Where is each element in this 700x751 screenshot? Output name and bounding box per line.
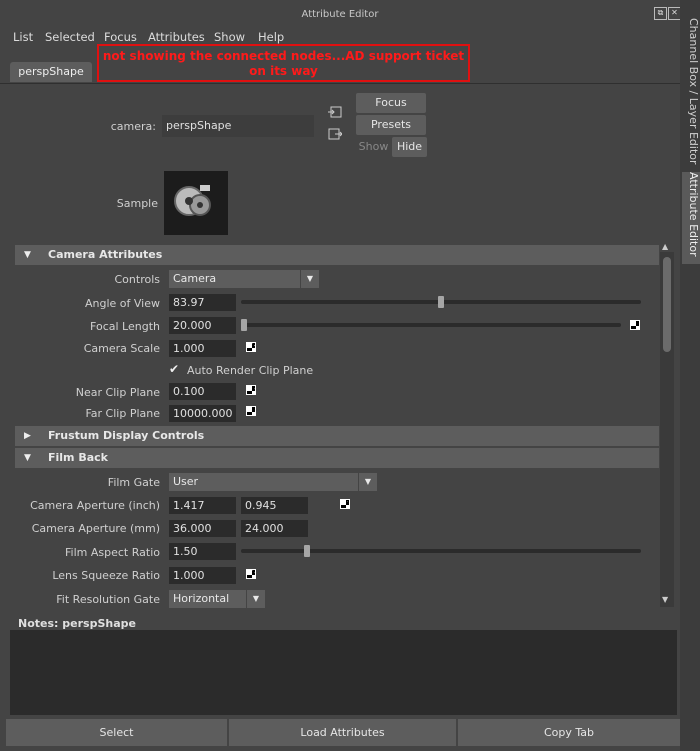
show-button[interactable]: Show (356, 137, 391, 157)
camera-sample-icon (164, 171, 228, 235)
title-bar: Attribute Editor ⧉ ✕ (0, 0, 681, 28)
menu-selected[interactable]: Selected (45, 30, 95, 44)
map-button-icon[interactable] (630, 320, 640, 330)
aperture-mm-x-field[interactable]: 36.000 (169, 520, 236, 537)
scroll-up-icon[interactable]: ▲ (662, 242, 668, 251)
menu-attributes[interactable]: Attributes (148, 30, 205, 44)
aperture-inch-label: Camera Aperture (inch) (30, 499, 160, 512)
film-aspect-slider-handle[interactable] (304, 545, 311, 557)
select-button[interactable]: Select (6, 719, 227, 746)
film-back-header[interactable]: ▼ Film Back (15, 448, 659, 468)
camera-name-field[interactable]: perspShape (162, 115, 314, 137)
tab-perspshape[interactable]: perspShape (10, 62, 92, 82)
angle-of-view-label: Angle of View (84, 297, 160, 310)
aperture-inch-x-field[interactable]: 1.417 (169, 497, 236, 514)
focal-length-label: Focal Length (90, 320, 160, 333)
scroll-thumb[interactable] (663, 257, 671, 352)
film-gate-dropdown[interactable]: User ▼ (169, 473, 377, 491)
attribute-scrollbar[interactable]: ▲ ▼ (660, 242, 674, 607)
expand-down-icon: ▼ (24, 453, 31, 463)
menu-focus[interactable]: Focus (104, 30, 137, 44)
menu-show[interactable]: Show (214, 30, 245, 44)
float-icon[interactable]: ⧉ (654, 7, 667, 20)
map-button-icon[interactable] (340, 499, 350, 509)
chevron-down-icon: ▼ (246, 590, 265, 608)
focal-length-slider-handle[interactable] (241, 319, 247, 331)
copy-tab-button[interactable]: Copy Tab (458, 719, 680, 746)
near-clip-label: Near Clip Plane (75, 386, 160, 399)
film-aspect-slider[interactable] (241, 549, 641, 553)
fit-resolution-gate-label: Fit Resolution Gate (56, 593, 160, 606)
controls-dropdown[interactable]: Camera ▼ (169, 270, 319, 288)
focal-length-slider[interactable] (241, 323, 621, 327)
angle-of-view-field[interactable]: 83.97 (169, 294, 236, 311)
menu-list[interactable]: List (13, 30, 33, 44)
near-clip-field[interactable]: 0.100 (169, 383, 236, 400)
window-title: Attribute Editor (301, 9, 379, 20)
chevron-down-icon: ▼ (358, 473, 377, 491)
input-connection-icon[interactable] (328, 105, 342, 119)
notes-label: Notes: perspShape (18, 617, 136, 630)
chevron-down-icon: ▼ (300, 270, 319, 288)
tab-attribute-editor[interactable]: Attribute Editor (682, 172, 700, 264)
controls-label: Controls (114, 273, 161, 286)
camera-label: camera: (110, 120, 156, 133)
film-aspect-field[interactable]: 1.50 (169, 543, 236, 560)
auto-render-label: Auto Render Clip Plane (187, 364, 314, 377)
tab-channel-box-layer-editor[interactable]: Channel Box / Layer Editor (682, 18, 700, 168)
notes-textarea[interactable] (10, 630, 677, 715)
map-button-icon[interactable] (246, 342, 256, 352)
camera-scale-field[interactable]: 1.000 (169, 340, 236, 357)
film-gate-label: Film Gate (107, 476, 160, 489)
focus-button[interactable]: Focus (356, 93, 426, 113)
checkbox-icon[interactable]: ✔ (169, 363, 181, 375)
focal-length-field[interactable]: 20.000 (169, 317, 236, 334)
menu-help[interactable]: Help (258, 30, 284, 44)
aperture-inch-y-field[interactable]: 0.945 (241, 497, 308, 514)
presets-button[interactable]: Presets (356, 115, 426, 135)
aperture-mm-label: Camera Aperture (mm) (31, 522, 160, 535)
film-aspect-label: Film Aspect Ratio (65, 546, 160, 559)
map-button-icon[interactable] (246, 385, 256, 395)
load-attributes-button[interactable]: Load Attributes (229, 719, 456, 746)
notes-node-name: perspShape (62, 617, 136, 630)
aperture-mm-y-field[interactable]: 24.000 (241, 520, 308, 537)
angle-of-view-slider-handle[interactable] (438, 296, 444, 308)
expand-down-icon: ▼ (24, 250, 31, 260)
frustum-display-header[interactable]: ▶ Frustum Display Controls (15, 426, 659, 446)
camera-scale-label: Camera Scale (83, 342, 160, 355)
expand-right-icon: ▶ (24, 431, 31, 441)
lens-squeeze-field[interactable]: 1.000 (169, 567, 236, 584)
map-button-icon[interactable] (246, 406, 256, 416)
map-button-icon[interactable] (246, 569, 256, 579)
output-connection-icon[interactable] (328, 127, 343, 141)
hide-button[interactable]: Hide (392, 137, 427, 157)
fit-resolution-gate-dropdown[interactable]: Horizontal ▼ (169, 590, 265, 608)
sample-label: Sample (116, 197, 158, 210)
far-clip-label: Far Clip Plane (85, 407, 160, 420)
scroll-down-icon[interactable]: ▼ (662, 595, 668, 604)
annotation-box: not showing the connected nodes...AD sup… (97, 44, 470, 82)
camera-attributes-header[interactable]: ▼ Camera Attributes (15, 245, 659, 265)
lens-squeeze-label: Lens Squeeze Ratio (52, 569, 160, 582)
far-clip-field[interactable]: 10000.000 (169, 405, 236, 422)
